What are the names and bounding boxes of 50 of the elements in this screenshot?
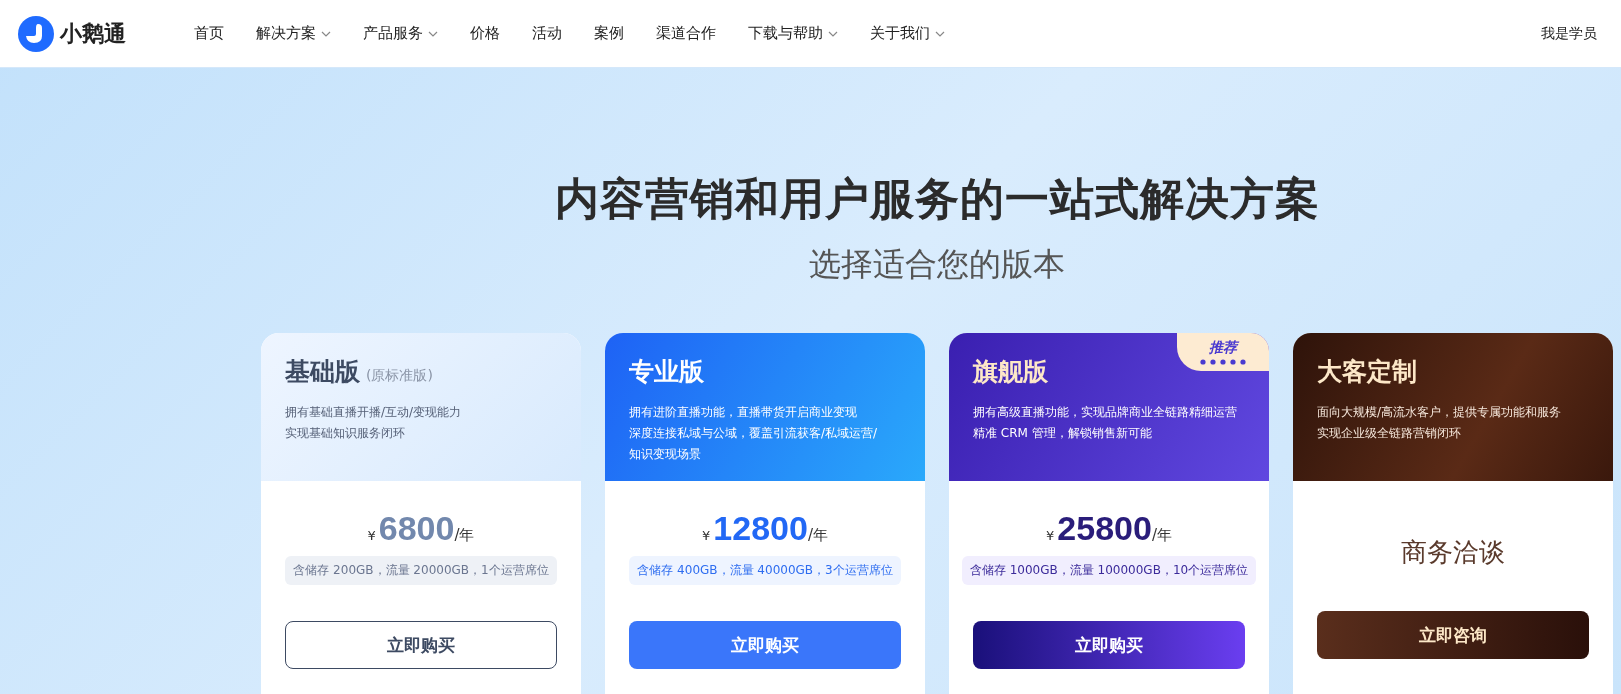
chevron-down-icon[interactable]: [828, 30, 838, 37]
chevron-down-icon[interactable]: [428, 30, 438, 37]
plan-button[interactable]: 立即购买: [285, 621, 557, 669]
student-login-link[interactable]: 我是学员: [1541, 24, 1597, 43]
plan-note: (原标准版): [366, 367, 433, 385]
plan-description: 精准 CRM 管理，解锁销售新可能: [973, 425, 1153, 442]
plan-description: 深度连接私域与公域，覆盖引流获客/私域运营/: [629, 425, 879, 442]
currency-symbol: ¥: [367, 528, 376, 543]
chevron-down-icon[interactable]: [935, 30, 945, 37]
nav-link[interactable]: 下载与帮助: [732, 24, 854, 43]
quota-tag: 含储存 200GB，流量 20000GB，1个运营席位: [285, 556, 557, 585]
plan-description: 实现企业级全链路营销闭环: [1317, 425, 1462, 442]
price-period: /年: [807, 526, 828, 545]
plan-description: 拥有基础直播开播/互动/变现能力: [285, 404, 463, 421]
plan-price: 25800: [1057, 509, 1152, 548]
currency-symbol: ¥: [702, 528, 711, 543]
hero-title: 内容营销和用户服务的一站式解决方案: [554, 172, 1320, 226]
nav-link[interactable]: 关于我们: [854, 24, 961, 43]
plan-description: 拥有进阶直播功能，直播带货开启商业变现: [629, 404, 858, 421]
nav-link[interactable]: 活动: [516, 24, 578, 43]
goose-logo-icon[interactable]: [18, 15, 54, 52]
nav-link[interactable]: 解决方案: [240, 24, 347, 43]
nav-link[interactable]: 价格: [454, 24, 516, 43]
badge-label: 推荐: [1209, 339, 1237, 357]
plan-price: 12800: [713, 509, 808, 548]
nav-link[interactable]: 产品服务: [347, 24, 454, 43]
plan-name: 旗舰版: [973, 356, 1048, 388]
chevron-down-icon[interactable]: [321, 30, 331, 37]
plan-description: 实现基础知识服务闭环: [285, 425, 406, 442]
price-period: /年: [1151, 526, 1172, 545]
plan-description: 面向大规模/高流水客户，提供专属功能和服务: [1317, 404, 1563, 421]
nav-link[interactable]: 首页: [178, 24, 240, 43]
brand-name[interactable]: 小鹅通: [60, 18, 126, 49]
quota-tag: 含储存 400GB，流量 40000GB，3个运营席位: [629, 556, 901, 585]
plan-name: 大客定制: [1317, 356, 1417, 388]
plan-description: 拥有高级直播功能，实现品牌商业全链路精细运营: [973, 404, 1238, 421]
price-period: /年: [454, 526, 475, 545]
plan-name: 专业版: [629, 356, 704, 388]
nav-link[interactable]: 案例: [578, 24, 640, 43]
plan-price: 6800: [378, 509, 455, 548]
plan-button[interactable]: 立即咨询: [1317, 611, 1589, 659]
plan-button[interactable]: 立即购买: [629, 621, 901, 669]
negotiation-text: 商务洽谈: [1401, 536, 1505, 569]
currency-symbol: ¥: [1046, 528, 1055, 543]
nav-link[interactable]: 渠道合作: [640, 24, 732, 43]
quota-tag: 含储存 1000GB，流量 100000GB，10个运营席位: [961, 556, 1257, 585]
plan-button[interactable]: 立即购买: [973, 621, 1245, 669]
plan-description: 知识变现场景: [629, 446, 702, 463]
plan-name: 基础版: [285, 356, 360, 388]
hero-subtitle: 选择适合您的版本: [809, 244, 1065, 285]
